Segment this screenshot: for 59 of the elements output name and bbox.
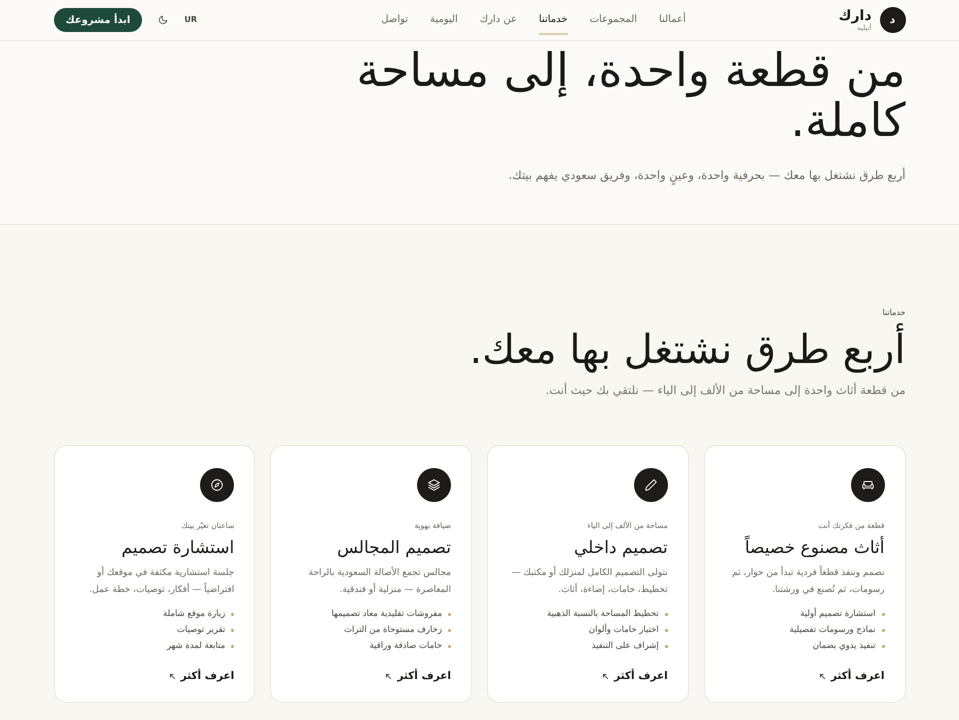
sofa-icon xyxy=(850,468,884,502)
feature-item: زخارف مستوحاة من التراث xyxy=(344,624,442,636)
card-description: نصمم وننفذ قطعاً فردية تبدأ من حوار، ثم رسومات، ثم تُصنع في ورشتنا. xyxy=(731,564,884,596)
bullet-icon xyxy=(664,628,668,632)
learn-more-link[interactable]: اعرف أكثر xyxy=(602,668,668,684)
feature-item: استشارة تصميم أولية xyxy=(800,608,876,620)
card-title: أثاث مصنوع خصيصاً xyxy=(744,536,884,558)
card-description: جلسة استشارية مكثفة في موقعك أو افتراضياً — أفكار، توصيات، خطة عمل. xyxy=(88,565,234,596)
feature-item: تقرير توصيات xyxy=(177,624,226,636)
hero-title: من قطعة واحدة، إلى مساحة كاملة. xyxy=(355,45,906,145)
bullet-icon xyxy=(448,612,451,616)
logo-mark[interactable]: د xyxy=(880,7,906,33)
section-eyebrow: خدماتنا xyxy=(882,307,906,320)
nav-link[interactable]: اليومية xyxy=(430,6,458,34)
learn-more-link[interactable]: اعرف أكثر xyxy=(385,668,451,684)
start-project-button[interactable]: ابدأ مشروعك xyxy=(54,8,142,32)
feature-item: إشراف على التنفيذ xyxy=(592,640,659,652)
arrow-icon xyxy=(168,672,176,680)
feature-item: مفروشات تقليدية معاد تصميمها xyxy=(331,608,442,620)
feature-item: خامات صادقة وراقية xyxy=(370,640,442,652)
bullet-icon xyxy=(231,644,234,648)
card-title: تصميم المجالس xyxy=(336,536,451,558)
nav-link[interactable]: المجموعات xyxy=(590,6,638,34)
card-description: مجالس تجمع الأصالة السعودية بالراحة المعاصرة — منزلية أو فندقية. xyxy=(308,566,451,596)
learn-more-link[interactable]: اعرف أكثر xyxy=(818,668,884,684)
bullet-icon xyxy=(882,644,884,648)
arrow-icon xyxy=(602,672,610,680)
feature-item: نماذج ورسومات تفصيلية xyxy=(790,624,876,636)
nav-link[interactable]: أعمالنا xyxy=(659,6,686,34)
layers-icon xyxy=(417,468,451,502)
language-toggle[interactable]: UR xyxy=(184,14,197,26)
bullet-icon xyxy=(448,628,451,632)
hero-subtitle: أربع طرق نشتغل بها معك — بحرفية واحدة، وعينٍ واحدة، وفريق سعودي يفهم بيتك. xyxy=(54,167,906,184)
card-title: تصميم داخلي xyxy=(573,536,668,558)
section-subtitle: من قطعة أثاث واحدة إلى مساحة من الألف إلى الياء — نلتقي بك حيث أنت. xyxy=(544,382,906,400)
learn-more-link[interactable]: اعرف أكثر xyxy=(168,668,234,684)
feature-item: تخطيط المساحة بالنسبة الذهبية xyxy=(546,608,659,620)
card-title: استشارة تصميم xyxy=(120,536,234,558)
nav-link[interactable]: خدماتنا xyxy=(538,6,568,34)
brand-name: دارك xyxy=(838,8,872,24)
bullet-icon xyxy=(231,628,234,632)
moon-icon[interactable] xyxy=(158,15,168,25)
arrow-icon xyxy=(818,672,826,680)
bullet-icon xyxy=(882,612,884,616)
feature-item: اختيار خامات وألوان xyxy=(588,624,659,636)
pencil-icon xyxy=(634,468,668,502)
bullet-icon xyxy=(882,628,884,632)
bullet-icon xyxy=(448,644,451,648)
bullet-icon xyxy=(664,612,668,616)
bullet-icon xyxy=(664,644,668,648)
card-description: نتولى التصميم الكامل لمنزلك أو مكتبك — تخطيط، خامات، إضاءة، أثاث. xyxy=(510,565,668,596)
nav-link[interactable]: تواصل xyxy=(381,6,408,34)
nav-link[interactable]: عن دارك xyxy=(480,6,517,34)
feature-item: متابعة لمدة شهر xyxy=(166,640,226,652)
feature-item: زيارة موقع شاملة xyxy=(163,608,226,620)
feature-item: تنفيذ يدوي بضمان xyxy=(812,640,876,652)
compass-icon xyxy=(200,468,234,502)
bullet-icon xyxy=(231,612,234,616)
arrow-icon xyxy=(385,672,392,680)
